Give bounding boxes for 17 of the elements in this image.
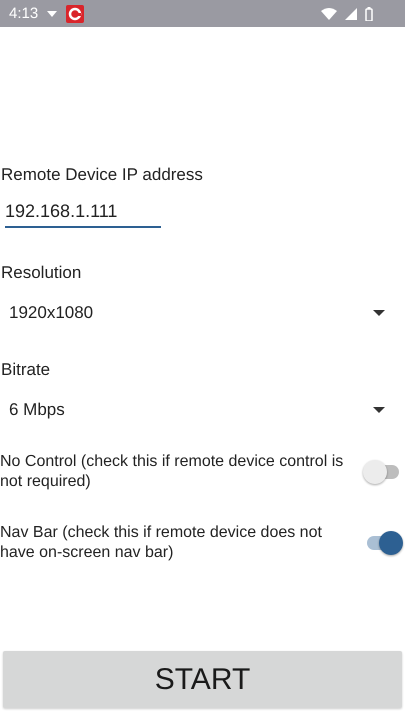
field-label: Resolution	[0, 262, 82, 284]
field-label: Remote Device IP address	[0, 164, 204, 186]
wifi-icon	[321, 8, 337, 20]
signal-icon	[345, 8, 357, 20]
battery-icon	[365, 6, 373, 20]
switch-label: Nav Bar (check this if remote device does not have on-screen nav bar)	[0, 523, 323, 563]
input-field[interactable]: 192.168.1.111	[5, 201, 161, 228]
switch-label: No Control (check this if remote device control is not required)	[0, 452, 344, 492]
clock-time: 4:13	[9, 5, 38, 22]
dropdown[interactable]: 6 Mbps	[0, 398, 405, 422]
app-notification-icon	[66, 4, 84, 22]
dropdown[interactable]: 1920x1080	[0, 301, 405, 325]
start-button[interactable]: START	[3, 651, 402, 708]
field-label: Bitrate	[0, 359, 52, 381]
caret-icon	[373, 310, 385, 316]
caret-icon	[373, 407, 385, 413]
caret-icon	[46, 10, 58, 18]
